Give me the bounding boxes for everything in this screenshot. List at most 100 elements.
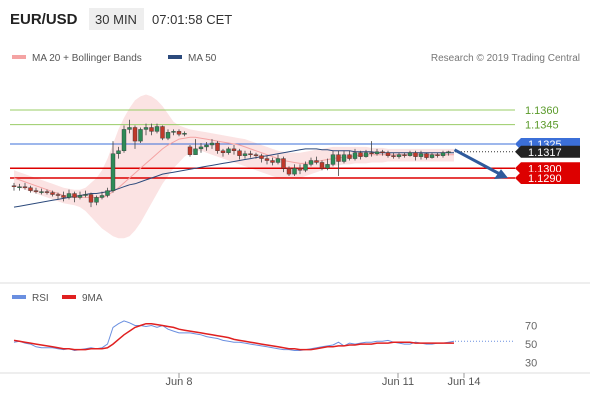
candle-body xyxy=(160,126,165,139)
candle-body xyxy=(319,162,325,169)
candle-body xyxy=(204,144,209,148)
timeframe-label: 30 MIN xyxy=(95,12,137,27)
time-label: 07:01:58 CET xyxy=(152,12,232,27)
support-label: 1.1290 xyxy=(528,173,562,185)
candle-body xyxy=(369,152,374,154)
candle-body xyxy=(176,131,182,135)
candle-body xyxy=(358,152,363,157)
rsi-tick-label: 50 xyxy=(525,339,537,351)
last-price-label: 1.1317 xyxy=(528,147,562,159)
candle-body xyxy=(308,160,314,165)
candle-body xyxy=(264,158,270,161)
legend-9ma: 9MA xyxy=(82,293,103,304)
candle-body xyxy=(336,154,341,162)
candle-body xyxy=(17,186,22,188)
candle-body xyxy=(44,191,50,193)
candle-body xyxy=(187,146,193,155)
candle-body xyxy=(28,187,33,191)
candle-body xyxy=(22,186,28,188)
candle-body xyxy=(259,155,264,159)
candle-body xyxy=(270,160,275,163)
candle-body xyxy=(330,154,336,165)
candle-body xyxy=(281,158,286,169)
candle-body xyxy=(132,127,138,142)
candle-body xyxy=(446,151,451,153)
candle-body xyxy=(363,152,369,157)
candle-body xyxy=(88,194,94,203)
candle-body xyxy=(182,133,187,135)
candle-body xyxy=(374,151,380,154)
candle-body xyxy=(231,148,237,152)
rsi-tick-label: 70 xyxy=(525,321,537,333)
candle-body xyxy=(220,150,226,153)
x-tick-label: Jun 8 xyxy=(166,376,193,388)
candle-body xyxy=(391,155,396,157)
legend-rsi: RSI xyxy=(32,293,49,304)
candle-body xyxy=(215,142,220,151)
candle-body xyxy=(341,154,347,162)
candle-body xyxy=(154,126,160,132)
candle-body xyxy=(237,150,242,156)
candle-body xyxy=(121,129,127,152)
candle-body xyxy=(77,195,83,198)
candle-body xyxy=(165,132,171,139)
candle-body xyxy=(61,195,66,198)
chart-root: EUR/USD 30 MIN 07:01:58 CET MA 20 + Boll… xyxy=(0,0,590,400)
candle-body xyxy=(253,154,259,156)
legend-swatch-9ma xyxy=(62,295,76,299)
candle-body xyxy=(418,153,424,157)
candle-body xyxy=(297,168,303,171)
candle-body xyxy=(347,154,352,159)
candle-body xyxy=(39,191,44,193)
candle-body xyxy=(105,190,110,196)
candle-body xyxy=(11,185,17,187)
candle-body xyxy=(440,152,446,156)
legend-ma50: MA 50 xyxy=(188,53,217,64)
candle-body xyxy=(55,194,61,196)
candle-body xyxy=(72,193,77,198)
candle-body xyxy=(209,142,215,146)
candle-body xyxy=(116,150,121,154)
candle-body xyxy=(226,148,231,153)
legend-swatch-ma50 xyxy=(168,55,182,59)
candle-body xyxy=(193,148,198,155)
candle-body xyxy=(94,197,99,203)
candle-body xyxy=(402,154,407,156)
resistance-label: 1.1360 xyxy=(525,105,559,117)
candle-body xyxy=(198,146,204,150)
candle-body xyxy=(99,195,105,198)
candle-body xyxy=(171,131,176,133)
candle-body xyxy=(127,127,132,130)
candle-body xyxy=(303,164,308,171)
candle-body xyxy=(314,160,319,163)
candle-body xyxy=(66,193,72,198)
credit-label: Research © 2019 Trading Central xyxy=(431,53,580,64)
resistance-label: 1.1345 xyxy=(525,120,559,132)
x-tick-label: Jun 14 xyxy=(447,376,480,388)
candle-body xyxy=(385,152,391,156)
legend-bollinger: MA 20 + Bollinger Bands xyxy=(32,53,142,64)
candle-body xyxy=(352,152,358,159)
candle-body xyxy=(248,153,253,155)
candle-body xyxy=(429,154,435,158)
x-tick-label: Jun 11 xyxy=(382,376,414,388)
legend-swatch-bollinger xyxy=(12,55,26,59)
candle-body xyxy=(413,152,418,157)
candle-body xyxy=(424,153,429,158)
candle-body xyxy=(380,151,385,153)
legend-swatch-rsi xyxy=(12,295,26,299)
candle-body xyxy=(435,154,440,156)
candle-body xyxy=(396,154,402,157)
candle-body xyxy=(110,153,116,191)
candle-body xyxy=(325,164,330,169)
candle-body xyxy=(407,152,413,156)
candle-body xyxy=(149,127,154,132)
candle-body xyxy=(138,129,143,142)
candle-body xyxy=(50,192,55,195)
candle-body xyxy=(286,168,292,175)
candle-body xyxy=(33,190,39,192)
candle-body xyxy=(242,153,248,156)
symbol-label: EUR/USD xyxy=(10,11,78,28)
candle-body xyxy=(143,127,149,130)
candle-body xyxy=(83,194,88,196)
